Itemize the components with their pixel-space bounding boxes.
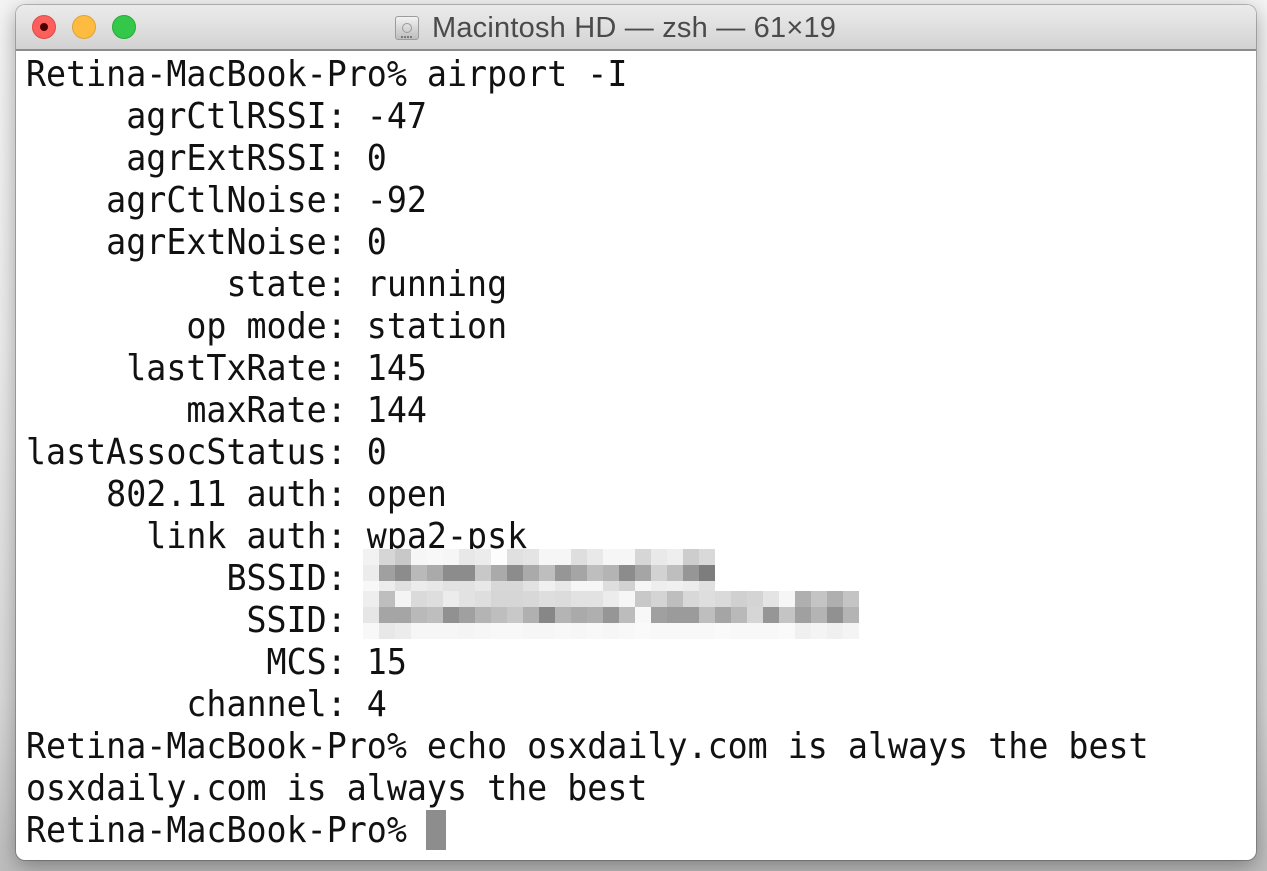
output-line-ssid: SSID: [26,598,367,641]
minimize-button[interactable] [72,15,96,39]
output-line-agrextrssi: agrExtRSSI: 0 [26,136,387,179]
output-line-agrctlrssi: agrCtlRSSI: -47 [26,94,427,137]
terminal-line: osxdaily.com is always the best [26,766,648,809]
output-line-channel: channel: 4 [26,682,387,725]
window-title: Macintosh HD — zsh — 61×19 [432,11,837,44]
hard-disk-icon [394,14,420,42]
title-bar[interactable]: Macintosh HD — zsh — 61×19 [16,5,1256,51]
close-icon [40,23,48,31]
output-line-mcs: MCS: 15 [26,640,407,683]
command-line: Retina-MacBook-Pro% echo osxdaily.com is… [26,724,1149,767]
text-cursor [426,810,446,850]
output-line-agrctlnoise: agrCtlNoise: -92 [26,178,427,221]
output-line-maxrate: maxRate: 144 [26,388,427,431]
terminal-window: Macintosh HD — zsh — 61×19 Retina-MacBoo… [16,5,1256,860]
prompt-line: Retina-MacBook-Pro% [26,808,427,851]
close-button[interactable] [32,15,56,39]
output-line-lasttxrate: lastTxRate: 145 [26,346,427,389]
command-line: Retina-MacBook-Pro% airport -I [26,52,628,95]
output-line-bssid: BSSID: [26,556,367,599]
terminal-content[interactable]: Retina-MacBook-Pro% airport -I agrCtlRSS… [26,52,1256,860]
output-line-lastassocstatus: lastAssocStatus: 0 [26,430,387,473]
output-line-state: state: running [26,262,508,305]
window-title-group: Macintosh HD — zsh — 61×19 [394,12,836,44]
output-line-op-mode: op mode: station [26,304,508,347]
output-line-802-11-auth: 802.11 auth: open [26,472,447,515]
zoom-button[interactable] [112,15,136,39]
output-line-agrextnoise: agrExtNoise: 0 [26,220,387,263]
